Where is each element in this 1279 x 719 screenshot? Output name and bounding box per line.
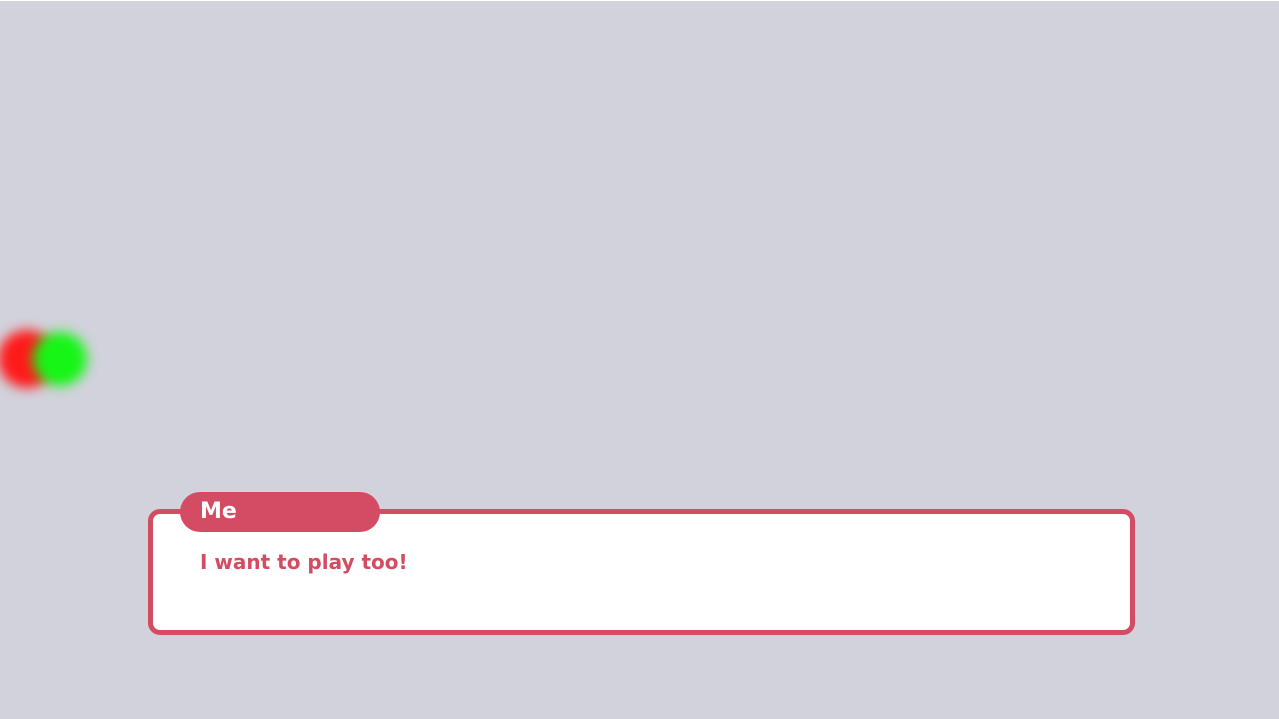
game-scene[interactable]: Me I want to play too! (0, 0, 1279, 719)
green-orb-sprite (33, 332, 87, 386)
speaker-name: Me (200, 499, 237, 524)
dialogue-text[interactable]: I want to play too! (200, 548, 408, 576)
speaker-name-tag: Me (180, 492, 380, 532)
screen-top-edge (0, 0, 1279, 1)
